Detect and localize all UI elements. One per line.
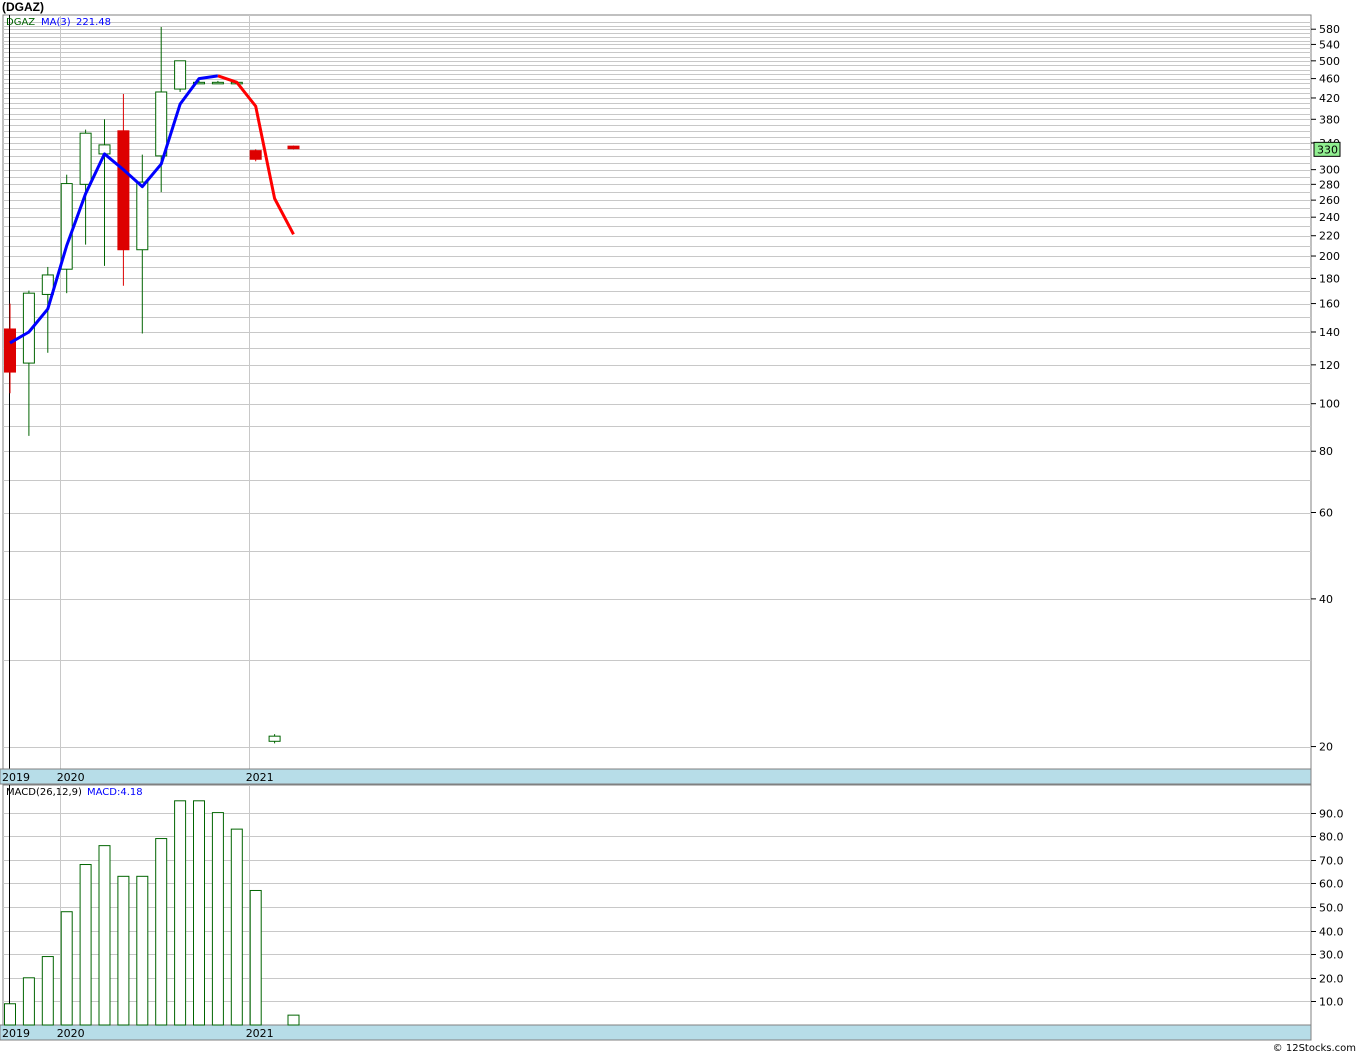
macd-legend-label: MACD(26,12,9)	[6, 787, 82, 798]
price-tick-label: 240	[1319, 211, 1340, 224]
macd-date-band	[0, 1024, 1312, 1041]
credit-text: © 12Stocks.com	[1272, 1043, 1356, 1054]
price-tick-label: 460	[1319, 73, 1340, 86]
price-legend-ma: MA(3)	[41, 17, 71, 28]
price-tick-label: 540	[1319, 38, 1340, 51]
price-tick-label: 220	[1319, 230, 1340, 243]
macd-bar	[41, 956, 54, 1026]
price-tick-label: 420	[1319, 92, 1340, 105]
price-tick-label: 200	[1319, 250, 1340, 263]
date-label: 2020	[57, 771, 85, 784]
macd-bar	[60, 911, 73, 1026]
candle-body	[136, 181, 149, 251]
price-tick-label: 120	[1319, 359, 1340, 372]
price-tick-label: 500	[1319, 55, 1340, 68]
macd-bar	[230, 828, 243, 1026]
macd-tick-label: 40.0	[1319, 926, 1344, 939]
candle-body	[79, 132, 92, 185]
price-panel	[2, 14, 1312, 770]
candle-body	[287, 145, 300, 150]
macd-bar	[211, 812, 224, 1026]
macd-bar	[4, 1003, 16, 1026]
price-tick-label: 380	[1319, 113, 1340, 126]
candle-body	[211, 81, 224, 85]
macd-bar	[98, 845, 111, 1026]
date-label: 2021	[246, 771, 274, 784]
macd-tick-label: 90.0	[1319, 808, 1344, 821]
macd-tick-label: 30.0	[1319, 949, 1344, 962]
macd-bar	[193, 800, 205, 1026]
macd-tick-label: 80.0	[1319, 831, 1344, 844]
candle-body	[117, 130, 130, 251]
price-tick-label: 160	[1319, 298, 1340, 311]
macd-bar	[287, 1014, 300, 1026]
price-tick-label: 300	[1319, 164, 1340, 177]
price-tick-label: 280	[1319, 178, 1340, 191]
candle-body	[155, 91, 168, 157]
price-legend-ma-value: 221.48	[76, 17, 111, 28]
date-label: 2019	[2, 1027, 30, 1040]
macd-tick-label: 10.0	[1319, 996, 1344, 1009]
candle-body	[4, 328, 16, 373]
macd-bar	[174, 800, 187, 1026]
macd-bar	[155, 838, 168, 1026]
candle-body	[268, 735, 281, 742]
macd-tick-label: 50.0	[1319, 902, 1344, 915]
price-tick-label: 140	[1319, 326, 1340, 339]
candle-body	[249, 150, 262, 160]
price-tick-label: 20	[1319, 741, 1333, 754]
macd-bar	[117, 875, 130, 1026]
macd-legend-value: MACD:4.18	[87, 787, 143, 798]
macd-bar	[79, 864, 92, 1026]
price-tick-label: 260	[1319, 194, 1340, 207]
macd-tick-label: 20.0	[1319, 973, 1344, 986]
macd-bar	[22, 977, 35, 1026]
price-date-band	[0, 768, 1312, 785]
date-label: 2021	[246, 1027, 274, 1040]
price-tick-label: 60	[1319, 507, 1333, 520]
price-tick-label: 580	[1319, 23, 1340, 36]
macd-tick-label: 70.0	[1319, 855, 1344, 868]
price-tick-label: 180	[1319, 272, 1340, 285]
last-price-label: 330	[1317, 143, 1338, 156]
price-and-macd-chart: 2040608010012014016018020022024026028030…	[0, 14, 1344, 1041]
price-tick-label: 80	[1319, 445, 1333, 458]
candle-body	[174, 60, 187, 90]
date-label: 2020	[57, 1027, 85, 1040]
macd-bar	[249, 889, 262, 1026]
price-tick-label: 40	[1319, 593, 1333, 606]
price-tick-label: 100	[1319, 398, 1340, 411]
macd-bar	[136, 875, 149, 1026]
date-label: 2019	[2, 771, 30, 784]
price-legend-symbol: DGAZ	[6, 17, 35, 28]
macd-tick-label: 60.0	[1319, 878, 1344, 891]
chart-page: (DGAZ) 20 40 60 80 100 120 140 160 180 200 220 240 2…	[0, 0, 1360, 1056]
